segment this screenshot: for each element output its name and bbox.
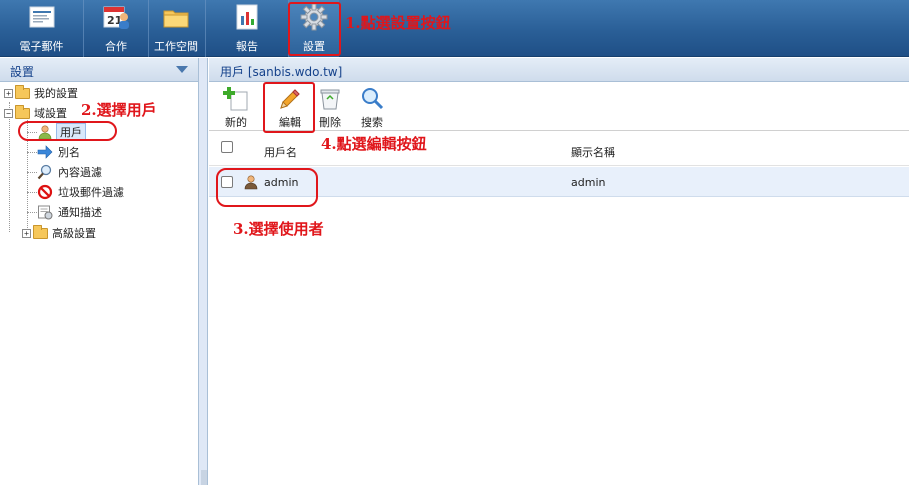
collapse-icon[interactable] (176, 66, 188, 73)
tree-item-label: 高級設置 (52, 227, 96, 240)
nav-reports[interactable]: 報告 (206, 0, 288, 57)
tree-guide-line (27, 192, 37, 193)
tree-item-label: 域設置 (34, 107, 67, 120)
folder-open-icon (15, 104, 30, 119)
nav-collaboration[interactable]: 21 合作 (84, 0, 148, 57)
tree-item-spam-filter[interactable]: 垃圾郵件過濾 (37, 183, 124, 201)
nav-workspace[interactable]: 工作空間 (149, 0, 203, 57)
annotation-step-4: 4.點選編輯按鈕 (321, 135, 427, 153)
users-panel-header: 用戶 [sanbis.wdo.tw] (209, 58, 909, 82)
magnifier-icon (37, 164, 53, 180)
column-header-username[interactable]: 用戶名 (264, 144, 297, 160)
users-panel-title: 用戶 [sanbis.wdo.tw] (220, 65, 343, 79)
delete-button[interactable]: 刪除 (317, 86, 343, 130)
highlight-edit-button (263, 82, 315, 133)
tree-item-notification[interactable]: 通知描述 (37, 203, 102, 221)
nav-email[interactable]: 電子郵件 (0, 0, 83, 57)
notification-icon (37, 204, 53, 220)
search-icon (359, 86, 385, 112)
tree-item-domain-settings[interactable]: − 域設置 (4, 104, 67, 122)
arrow-right-icon (37, 144, 53, 160)
scrollbar-thumb[interactable] (201, 470, 207, 485)
nav-email-label: 電子郵件 (19, 40, 64, 53)
annotation-step-2: 2.選擇用戶 (81, 101, 157, 119)
highlight-settings-button (288, 2, 341, 56)
tree-item-label: 通知描述 (58, 206, 102, 219)
new-button-label: 新的 (225, 116, 247, 129)
settings-panel-header: 設置 (0, 58, 198, 82)
top-navigation-bar: 電子郵件 21 合作 工作空間 報告 設置 (0, 0, 909, 57)
tree-item-my-settings[interactable]: + 我的設置 (4, 84, 78, 102)
panel-splitter[interactable] (199, 58, 208, 485)
tree-item-label: 我的設置 (34, 87, 78, 100)
settings-panel-title: 設置 (10, 65, 35, 79)
collapse-icon[interactable]: − (4, 108, 13, 118)
search-button[interactable]: 搜索 (359, 86, 385, 130)
select-all-checkbox[interactable] (221, 141, 233, 153)
nav-workspace-label: 工作空間 (154, 40, 198, 53)
folder-icon (33, 224, 48, 239)
nav-reports-label: 報告 (236, 40, 258, 53)
report-icon (232, 2, 262, 32)
expand-icon[interactable]: + (4, 88, 13, 98)
folder-icon (15, 84, 30, 99)
tree-item-label: 內容過濾 (58, 166, 102, 179)
nav-collaboration-label: 合作 (105, 40, 127, 53)
expand-icon[interactable]: + (22, 228, 31, 238)
tree-guide-line (27, 152, 37, 153)
tree-guide-line (27, 172, 37, 173)
folder-icon (161, 2, 191, 32)
tree-item-label: 別名 (58, 146, 80, 159)
tree-item-label: 垃圾郵件過濾 (58, 186, 124, 199)
highlight-users-node (18, 121, 117, 141)
tree-guide-line (27, 212, 37, 213)
block-icon (37, 184, 53, 200)
calendar-contacts-icon: 21 (101, 2, 131, 32)
search-button-label: 搜索 (361, 116, 383, 129)
display-name-cell: admin (571, 176, 606, 189)
new-button[interactable]: 新的 (223, 86, 249, 130)
highlight-admin-row (216, 168, 318, 207)
tree-item-content-filter[interactable]: 內容過濾 (37, 163, 102, 181)
column-header-display-name[interactable]: 顯示名稱 (571, 144, 615, 160)
tree-item-advanced-settings[interactable]: + 高級設置 (22, 224, 96, 242)
annotation-step-1: 1.點選設置按鈕 (345, 14, 451, 32)
add-icon (223, 86, 249, 112)
delete-button-label: 刪除 (319, 116, 341, 129)
tree-item-alias[interactable]: 別名 (37, 143, 80, 161)
annotation-step-3: 3.選擇使用者 (233, 220, 324, 238)
users-grid-header: 用戶名 顯示名稱 (209, 132, 909, 166)
email-icon (27, 2, 57, 32)
trash-icon (317, 86, 343, 112)
